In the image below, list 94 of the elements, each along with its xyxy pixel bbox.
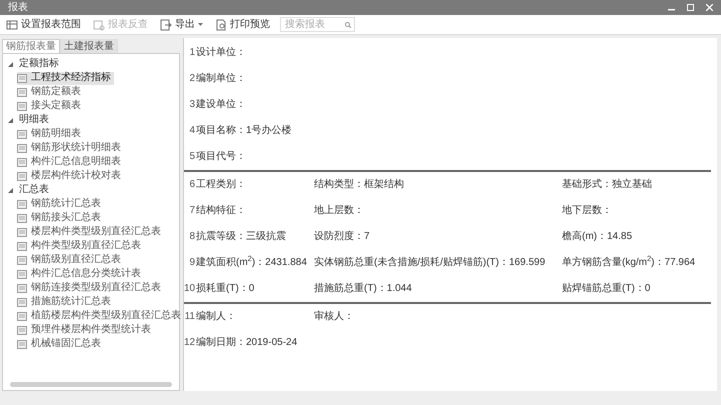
- report-field: 地上层数：: [314, 206, 562, 216]
- row-number: 10: [184, 284, 196, 294]
- report-icon: [17, 144, 27, 152]
- report-field: 结构特征：: [196, 206, 314, 216]
- report-icon: [17, 130, 27, 138]
- row-number: 11: [184, 312, 196, 322]
- magnifier-page-icon: [93, 18, 105, 30]
- report-icon: [17, 74, 27, 82]
- row-number: 1: [188, 48, 196, 58]
- tree-item[interactable]: 钢筋统计汇总表: [17, 198, 104, 210]
- row-number: 7: [188, 206, 196, 216]
- tree-item[interactable]: 构件类型级别直径汇总表: [17, 240, 144, 252]
- maximize-icon[interactable]: [687, 4, 694, 11]
- report-icon: [17, 284, 27, 292]
- row-number: 8: [188, 232, 196, 242]
- report-icon: [17, 88, 27, 96]
- report-icon: [17, 200, 27, 208]
- report-icon: [17, 326, 27, 334]
- sidebar-tab[interactable]: 钢筋报表量: [2, 39, 60, 53]
- tree-item[interactable]: 钢筋明细表: [17, 128, 84, 140]
- row-number: 5: [188, 152, 196, 162]
- tree-item[interactable]: 楼层构件统计校对表: [17, 170, 124, 182]
- tree-group-label[interactable]: 明细表: [19, 115, 49, 125]
- search-icon: [345, 22, 351, 28]
- report-field: 基础形式：独立基础: [562, 180, 652, 190]
- tree-item[interactable]: 钢筋形状统计明细表: [17, 142, 124, 154]
- report-field: 抗震等级：三级抗震: [196, 232, 314, 242]
- report-icon: [17, 312, 27, 320]
- report-field: 工程类别：: [196, 180, 314, 190]
- report-field: 损耗重(T)：0: [196, 284, 314, 294]
- report-field: 结构类型：框架结构: [314, 180, 562, 190]
- report-field: 实体钢筋总重(未含措施/损耗/贴焊锚筋)(T)：169.599: [314, 258, 562, 268]
- report-field: 地下层数：: [562, 206, 612, 216]
- expanded-caret-icon[interactable]: [8, 188, 13, 192]
- search-field[interactable]: 搜索报表: [280, 17, 355, 32]
- toolbar-button: 报表反查: [91, 16, 150, 32]
- report-field: 建设单位：: [196, 100, 246, 110]
- report-field: 编制日期：2019-05-24: [196, 338, 298, 348]
- horizontal-scrollbar[interactable]: [10, 382, 172, 387]
- report-field: 项目代号：: [196, 152, 246, 162]
- report-field: 措施筋总重(T)：1.044: [314, 284, 562, 294]
- tree-item[interactable]: 植筋楼层构件类型级别直径汇总表: [17, 310, 184, 322]
- tree-item[interactable]: 构件汇总信息明细表: [17, 156, 124, 168]
- report-icon: [17, 270, 27, 278]
- row-number: 3: [188, 100, 196, 110]
- report-icon: [17, 256, 27, 264]
- report-icon: [17, 214, 27, 222]
- tree-item[interactable]: 钢筋级别直径汇总表: [17, 254, 124, 266]
- sidebar-tab[interactable]: 土建报表量: [60, 39, 118, 53]
- tree-item[interactable]: 接头定额表: [17, 100, 84, 112]
- row-number: 12: [184, 338, 196, 348]
- report-field: 设计单位：: [196, 48, 246, 58]
- window-title: 报表: [8, 2, 28, 12]
- row-number: 9: [188, 258, 196, 268]
- tree-group-label[interactable]: 定额指标: [19, 59, 59, 69]
- tree-item[interactable]: 楼层构件类型级别直径汇总表: [17, 226, 164, 238]
- toolbar-button[interactable]: 导出: [158, 16, 205, 32]
- report-icon: [17, 228, 27, 236]
- tree-item[interactable]: 工程技术经济指标: [17, 72, 114, 84]
- report-field: 审核人：: [314, 312, 354, 322]
- row-number: 4: [188, 126, 196, 136]
- table-icon: [6, 18, 18, 30]
- toolbar-button[interactable]: 打印预览: [213, 16, 272, 32]
- report-icon: [17, 340, 27, 348]
- report-field: 单方钢筋含量(kg/m$^{2}$)：77.964: [562, 258, 696, 268]
- report-field: 编制人：: [196, 312, 314, 322]
- expanded-caret-icon[interactable]: [8, 62, 13, 66]
- export-icon: [160, 18, 172, 30]
- report-field: 项目名称：1号办公楼: [196, 126, 292, 136]
- tree-item[interactable]: 钢筋连接类型级别直径汇总表: [17, 282, 164, 294]
- close-icon[interactable]: [706, 4, 713, 11]
- caret-icon: [198, 22, 203, 26]
- print-preview-icon: [215, 18, 227, 30]
- tree-item[interactable]: 构件汇总信息分类统计表: [17, 268, 144, 280]
- tree-item[interactable]: 机械锚固汇总表: [17, 338, 104, 350]
- toolbar-button[interactable]: 设置报表范围: [4, 16, 83, 32]
- row-number: 2: [188, 74, 196, 84]
- report-field: 贴焊锚筋总重(T)：0: [562, 284, 650, 294]
- report-field: 建筑面积(m$^{2}$)：2431.884: [196, 258, 314, 268]
- tree-item[interactable]: 预埋件楼层构件类型统计表: [17, 324, 154, 336]
- expanded-caret-icon[interactable]: [8, 118, 13, 122]
- report-icon: [17, 158, 27, 166]
- report-icon: [17, 298, 27, 306]
- report-icon: [17, 172, 27, 180]
- report-field: 编制单位：: [196, 74, 246, 84]
- tree-group-label[interactable]: 汇总表: [19, 185, 49, 195]
- report-icon: [17, 242, 27, 250]
- tree-item[interactable]: 措施筋统计汇总表: [17, 296, 114, 308]
- tree-item[interactable]: 钢筋接头汇总表: [17, 212, 104, 224]
- report-field: 设防烈度：7: [314, 232, 562, 242]
- report-icon: [17, 102, 27, 110]
- row-number: 6: [188, 180, 196, 190]
- report-field: 檐高(m)：14.85: [562, 232, 632, 242]
- tree-item[interactable]: 钢筋定额表: [17, 86, 84, 98]
